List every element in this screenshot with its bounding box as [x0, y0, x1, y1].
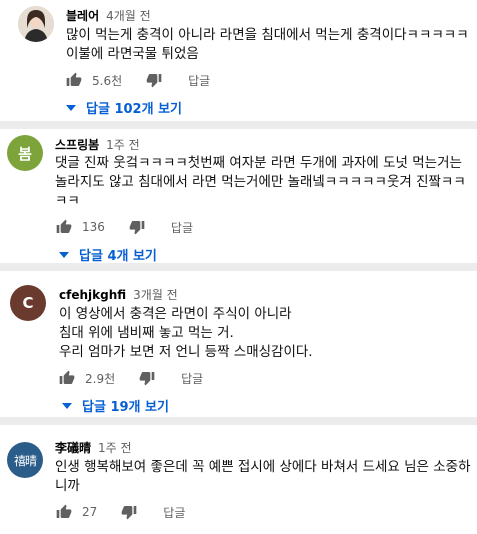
divider — [0, 417, 477, 425]
comment-author[interactable]: cfehjkghfi — [59, 288, 126, 302]
view-replies-button[interactable]: 답글 4개 보기 — [59, 245, 157, 264]
divider — [0, 121, 477, 129]
comment-text: 댓글 진짜 웃겈ㅋㅋㅋㅋ첫번째 여자분 라면 두개에 과자에 도넛 먹는거는 놀… — [55, 155, 466, 209]
comment-actions: 136 답글 — [52, 215, 193, 239]
comment-card-2: 봄 스프링봄 1주 전 댓글 진짜 웃겈ㅋㅋㅋㅋ첫번째 여자분 라면 두개에 과… — [0, 129, 477, 264]
avatar[interactable] — [18, 6, 54, 42]
comment-card-4: 禧晴 李礒晴 1주 전 인생 행복해보여 좋은데 꼭 예쁜 접시에 상에다 바쳐… — [0, 425, 477, 534]
comment-time[interactable]: 1주 전 — [106, 136, 140, 153]
dislike-icon[interactable] — [117, 500, 141, 524]
comment-time[interactable]: 1주 전 — [98, 439, 132, 456]
reply-button[interactable]: 답글 — [163, 504, 185, 521]
comment-time[interactable]: 4개월 전 — [106, 7, 151, 24]
like-count: 136 — [82, 220, 105, 234]
comment-author[interactable]: 블레어 — [66, 7, 99, 24]
dislike-icon[interactable] — [142, 68, 166, 92]
like-count: 2.9천 — [85, 371, 116, 386]
view-replies-button[interactable]: 답글 102개 보기 — [66, 98, 182, 117]
comment-author[interactable]: 스프링봄 — [55, 136, 99, 153]
like-icon[interactable] — [55, 366, 79, 390]
reply-button[interactable]: 답글 — [181, 370, 203, 387]
chevron-down-icon — [62, 402, 72, 409]
view-replies-button[interactable]: 답글 19개 보기 — [62, 396, 169, 415]
avatar[interactable]: 禧晴 — [7, 442, 43, 478]
comment-actions: 27 답글 — [52, 500, 185, 524]
dislike-icon[interactable] — [135, 366, 159, 390]
like-icon[interactable] — [52, 215, 76, 239]
comment-author[interactable]: 李礒晴 — [55, 439, 91, 456]
comment-text: 인생 행복해보여 좋은데 꼭 예쁜 접시에 상에다 바쳐서 드세요 님은 소중하… — [55, 459, 471, 494]
comment-card-3: C cfehjkghfi 3개월 전 이 영상에서 충격은 라면이 주식이 아니… — [0, 271, 477, 417]
comment-actions: 5.6천 답글 — [62, 68, 210, 92]
reply-button[interactable]: 답글 — [188, 72, 210, 89]
comment-card-1: 블레어 4개월 전 많이 먹는게 충격이 아니라 라면을 침대에서 먹는게 충격… — [0, 0, 477, 121]
chevron-down-icon — [66, 104, 76, 111]
like-icon[interactable] — [52, 500, 76, 524]
avatar[interactable]: C — [10, 285, 46, 321]
comment-text: 이 영상에서 충격은 라면이 주식이 아니라 침대 위에 냄비째 놓고 먹는 거… — [59, 306, 313, 360]
avatar[interactable]: 봄 — [7, 135, 43, 171]
like-count: 27 — [82, 505, 98, 519]
comment-actions: 2.9천 답글 — [55, 366, 203, 390]
reply-button[interactable]: 답글 — [171, 219, 193, 236]
divider — [0, 263, 477, 271]
comment-text: 많이 먹는게 충격이 아니라 라면을 침대에서 먹는게 충격이다ㅋㅋㅋㅋㅋ 이불… — [66, 27, 469, 62]
like-count: 5.6천 — [92, 73, 123, 88]
dislike-icon[interactable] — [125, 215, 149, 239]
comment-time[interactable]: 3개월 전 — [133, 286, 178, 303]
chevron-down-icon — [59, 251, 69, 258]
like-icon[interactable] — [62, 68, 86, 92]
